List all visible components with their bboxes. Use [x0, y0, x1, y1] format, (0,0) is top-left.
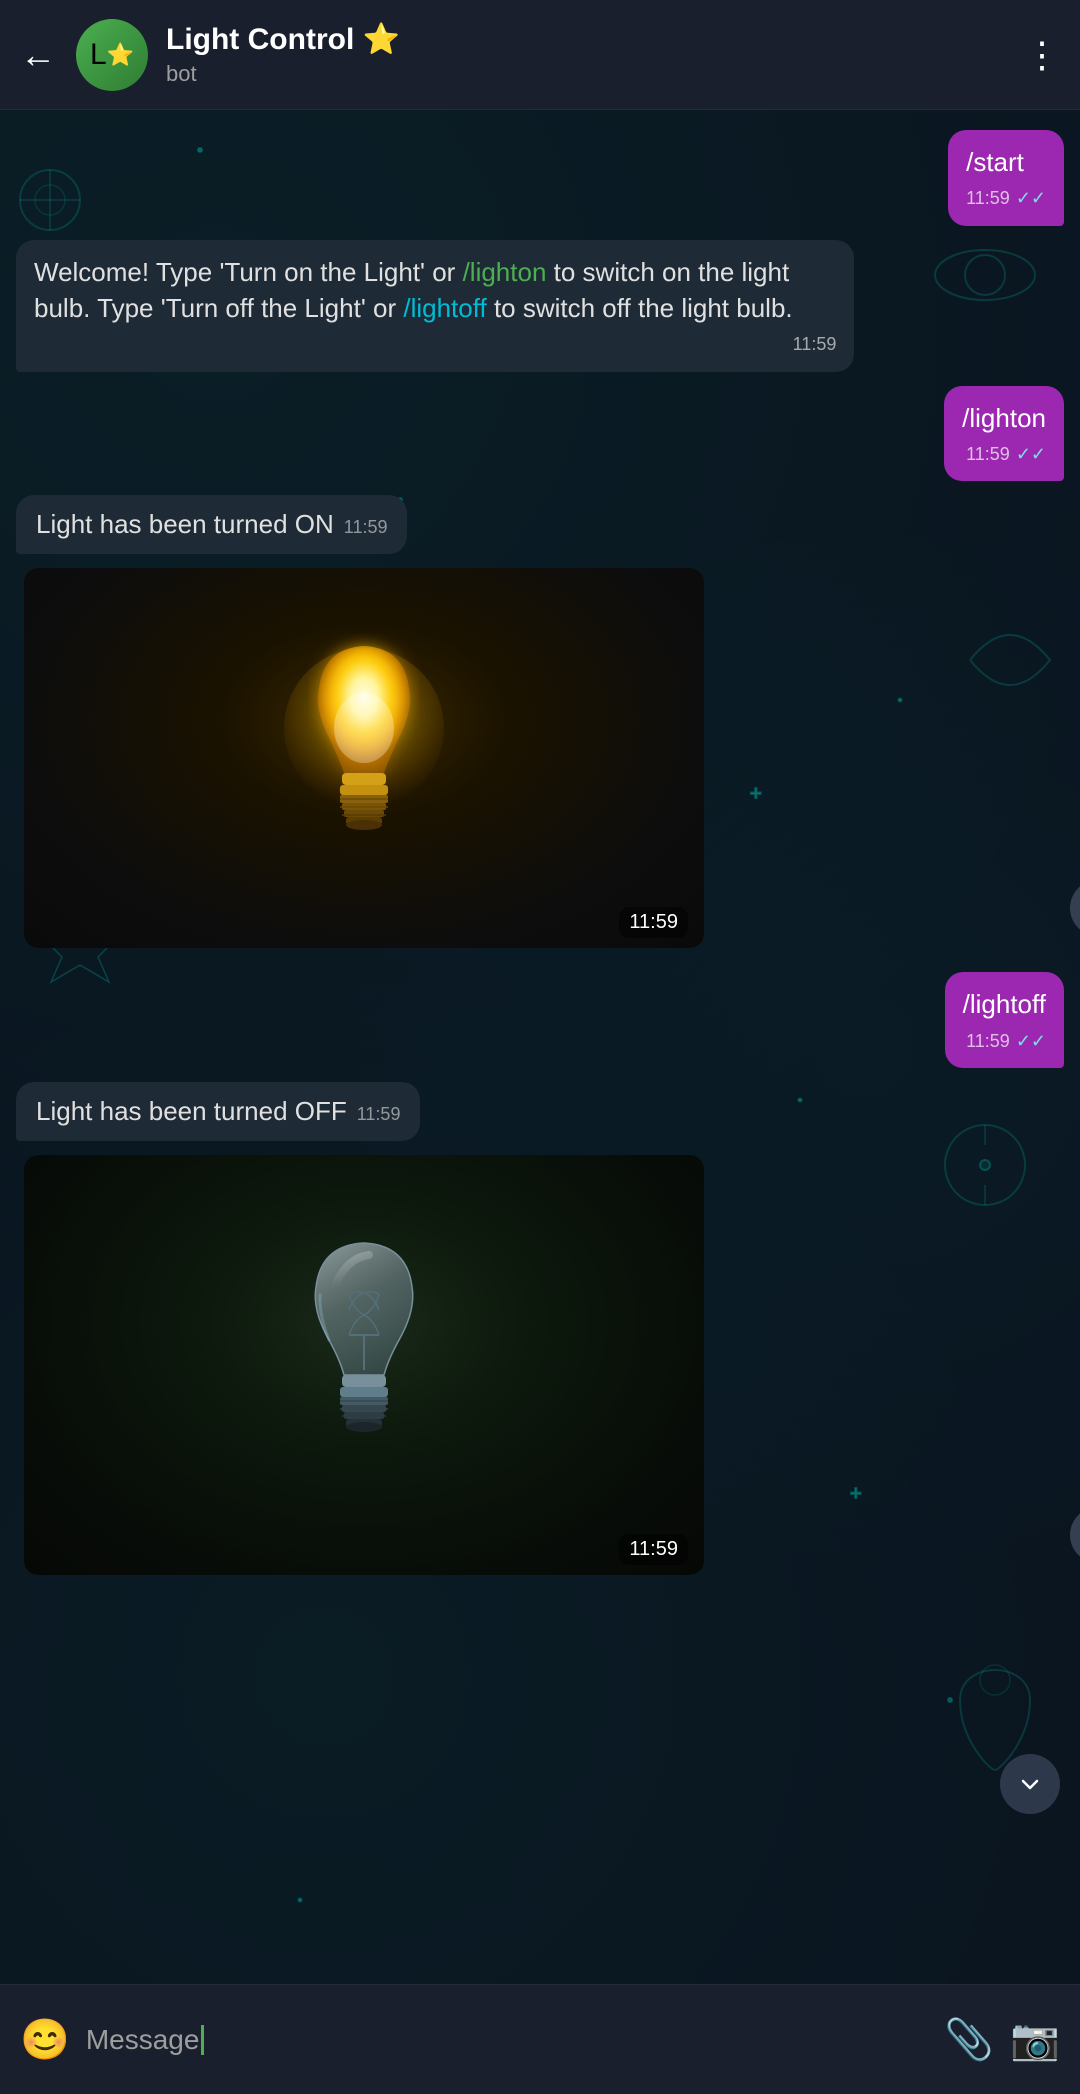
incoming-bubble: Welcome! Type 'Turn on the Light' or /li… — [16, 240, 854, 372]
chat-header: ← L⭐ Light Control ⭐ bot ⋮ — [0, 0, 1080, 110]
message-text: /lighton — [962, 403, 1046, 433]
message-row: /lightoff 11:59 ✓✓ — [16, 972, 1064, 1068]
message-time: 11:59 — [966, 186, 1010, 211]
outgoing-bubble: /lighton 11:59 ✓✓ — [944, 386, 1064, 482]
message-time: 11:59 — [966, 1029, 1010, 1054]
image-time: 11:59 — [629, 1538, 678, 1561]
avatar: L⭐ — [76, 19, 148, 91]
image-time: 11:59 — [629, 911, 678, 934]
image-bubble-off: 11:59 — [24, 1155, 704, 1575]
message-time: 11:59 — [357, 1104, 401, 1125]
message-time: 11:59 — [793, 332, 837, 357]
read-receipt: ✓✓ — [1016, 442, 1046, 467]
bulb-on-bg — [24, 568, 704, 948]
message-time: 11:59 — [966, 442, 1010, 467]
attach-button[interactable]: 📎 — [944, 2016, 994, 2063]
outgoing-bubble: /lightoff 11:59 ✓✓ — [945, 972, 1064, 1068]
bulb-on-image: 11:59 — [24, 568, 704, 948]
text-cursor — [201, 2025, 204, 2055]
message-text: Welcome! Type 'Turn on the Light' or /li… — [34, 257, 793, 323]
bulb-on-svg — [264, 618, 464, 898]
emoji-button[interactable]: 😊 — [20, 2016, 70, 2063]
status-bubble: Light has been turned ON 11:59 — [16, 495, 407, 554]
outgoing-bubble: /start 11:59 ✓✓ — [948, 130, 1064, 226]
bulb-off-bg — [24, 1155, 704, 1575]
read-receipt: ✓✓ — [1016, 1029, 1046, 1054]
image-time-overlay-off: 11:59 — [619, 1534, 688, 1565]
message-text: /start — [966, 147, 1024, 177]
command-lighton: /lighton — [463, 257, 547, 287]
menu-button[interactable]: ⋮ — [1024, 34, 1060, 76]
message-input-area[interactable]: Message — [86, 2024, 929, 2056]
header-info: Light Control ⭐ bot — [166, 22, 1024, 87]
chat-name: Light Control ⭐ — [166, 22, 1024, 57]
message-row: Welcome! Type 'Turn on the Light' or /li… — [16, 240, 1064, 372]
forward-button-off[interactable]: ↪ — [1070, 1507, 1080, 1563]
scroll-down-button[interactable] — [1000, 1754, 1060, 1814]
message-row: /lighton 11:59 ✓✓ — [16, 386, 1064, 482]
avatar-letter: L — [90, 38, 107, 72]
forward-button[interactable]: ↪ — [1070, 880, 1080, 936]
chat-area: /start 11:59 ✓✓ Welcome! Type 'Turn on t… — [0, 110, 1080, 1984]
bulb-off-svg — [264, 1215, 464, 1515]
chat-subtitle: bot — [166, 61, 1024, 87]
message-row: Light has been turned OFF 11:59 — [16, 1082, 1064, 1141]
image-message-on: 11:59 ↪ — [16, 568, 1064, 948]
message-text: Light has been turned ON — [36, 509, 334, 540]
message-placeholder: Message — [86, 2024, 200, 2056]
back-button[interactable]: ← — [20, 34, 56, 76]
command-lightoff-inline: /lightoff — [403, 293, 486, 323]
message-time: 11:59 — [344, 517, 388, 538]
message-text: Light has been turned OFF — [36, 1096, 347, 1127]
image-message-off: 11:59 ↪ — [16, 1155, 1064, 1575]
message-row: /start 11:59 ✓✓ — [16, 130, 1064, 226]
read-receipt: ✓✓ — [1016, 186, 1046, 211]
bulb-off-image: 11:59 — [24, 1155, 704, 1575]
message-row: Light has been turned ON 11:59 — [16, 495, 1064, 554]
avatar-emoji: ⭐ — [107, 42, 134, 68]
image-bubble: 11:59 — [24, 568, 704, 948]
camera-button[interactable]: 📷 — [1010, 2016, 1060, 2063]
message-text: /lightoff — [963, 989, 1046, 1019]
status-bubble: Light has been turned OFF 11:59 — [16, 1082, 420, 1141]
message-input-bar: 😊 Message 📎 📷 — [0, 1984, 1080, 2094]
image-time-overlay: 11:59 — [619, 907, 688, 938]
